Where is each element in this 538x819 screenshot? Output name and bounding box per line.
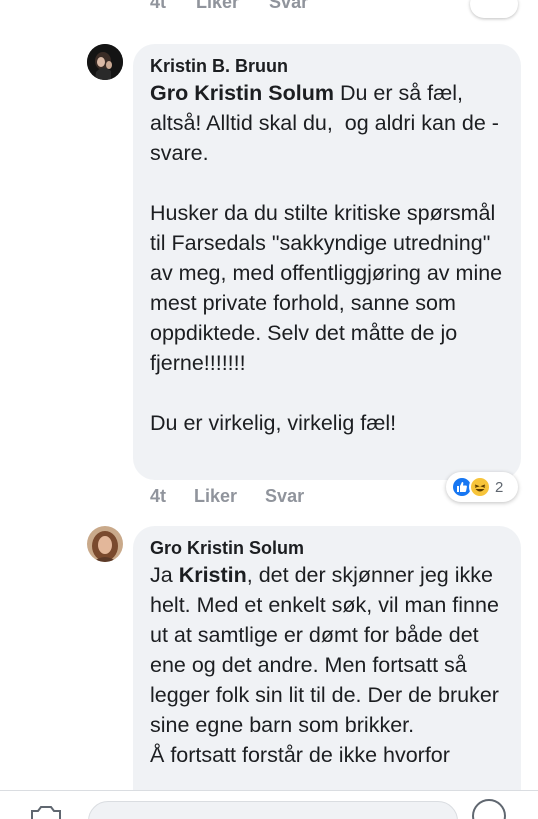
mention-link[interactable]: Gro Kristin Solum	[150, 81, 334, 105]
comment-time: 4t	[150, 486, 167, 506]
like-button[interactable]: Liker	[194, 486, 237, 507]
comment-input[interactable]	[88, 801, 458, 819]
avatar-image	[87, 44, 123, 80]
comment-bubble: Kristin B. Bruun Gro Kristin Solum Du er…	[133, 44, 521, 480]
previous-comment-reply-button[interactable]: Svar	[269, 0, 308, 16]
comment-text: Gro Kristin Solum Du er så fæl, altså! A…	[150, 78, 505, 438]
reply-button[interactable]: Svar	[265, 486, 304, 507]
previous-comment-reactions[interactable]	[470, 0, 518, 18]
haha-icon	[469, 476, 491, 498]
comment-text: Ja Kristin, det der skjønner jeg ikke he…	[150, 560, 505, 770]
comment-body: Du er så fæl, altså! Alltid skal du, og …	[150, 81, 503, 435]
avatar-image	[87, 526, 123, 562]
avatar[interactable]	[87, 526, 123, 562]
previous-comment-time: 4t	[150, 0, 167, 12]
comment-body: , det der skjønner jeg ikke helt. Med et…	[150, 563, 499, 767]
comment-actions: 4t Liker Svar	[150, 486, 304, 507]
previous-comment-like-button[interactable]: Liker	[196, 0, 239, 16]
reaction-count: 2	[495, 478, 504, 496]
comment-body-start: Ja	[150, 563, 179, 587]
comment-author[interactable]: Gro Kristin Solum	[150, 536, 505, 560]
comment-bubble: Gro Kristin Solum Ja Kristin, det der sk…	[133, 526, 521, 819]
reactions-summary[interactable]: 2	[446, 472, 518, 502]
previous-comment-actions: 4t Liker Svar	[150, 0, 308, 16]
comment-author[interactable]: Kristin B. Bruun	[150, 54, 505, 78]
emoji-icon[interactable]	[472, 799, 506, 819]
camera-icon[interactable]	[28, 803, 64, 819]
comment-composer-bar	[0, 790, 538, 819]
mention-link[interactable]: Kristin	[179, 563, 247, 587]
avatar[interactable]	[87, 44, 123, 80]
